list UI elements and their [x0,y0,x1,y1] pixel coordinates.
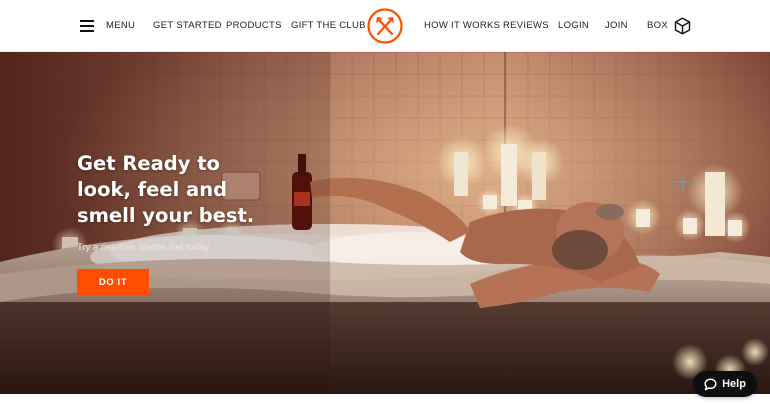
chat-bubble-icon [704,377,717,391]
do-it-button[interactable]: DO IT [77,269,149,295]
hero-banner: Get Ready to look, feel and smell your b… [0,52,770,394]
hero-subline: Try a risk-free Starter Set today. [77,242,212,253]
nav-how-it-works-link[interactable]: HOW IT WORKS [424,20,500,32]
nav-gift-the-club-link[interactable]: GIFT THE CLUB [291,20,366,32]
nav-products-link[interactable]: PRODUCTS [226,20,282,32]
nav-menu-link[interactable]: MENU [106,20,135,32]
hero-headline: Get Ready to look, feel and smell your b… [77,152,255,227]
cube-icon[interactable] [674,17,691,35]
hamburger-menu-icon[interactable] [80,20,94,32]
nav-join-link[interactable]: JOIN [605,20,628,32]
nav-box-link[interactable]: BOX [647,20,668,32]
nav-get-started-link[interactable]: GET STARTED [153,20,222,32]
nav-reviews-link[interactable]: REVIEWS [503,20,549,32]
help-label: Help [722,378,746,390]
crossed-axes-logo-icon[interactable] [367,8,403,44]
nav-login-link[interactable]: LOGIN [558,20,589,32]
page: MENU GET STARTED PRODUCTS GIFT THE CLUB … [0,0,770,404]
page-bottom-strip [0,394,770,404]
help-button[interactable]: Help [693,371,757,397]
top-navigation-bar: MENU GET STARTED PRODUCTS GIFT THE CLUB … [0,0,770,52]
